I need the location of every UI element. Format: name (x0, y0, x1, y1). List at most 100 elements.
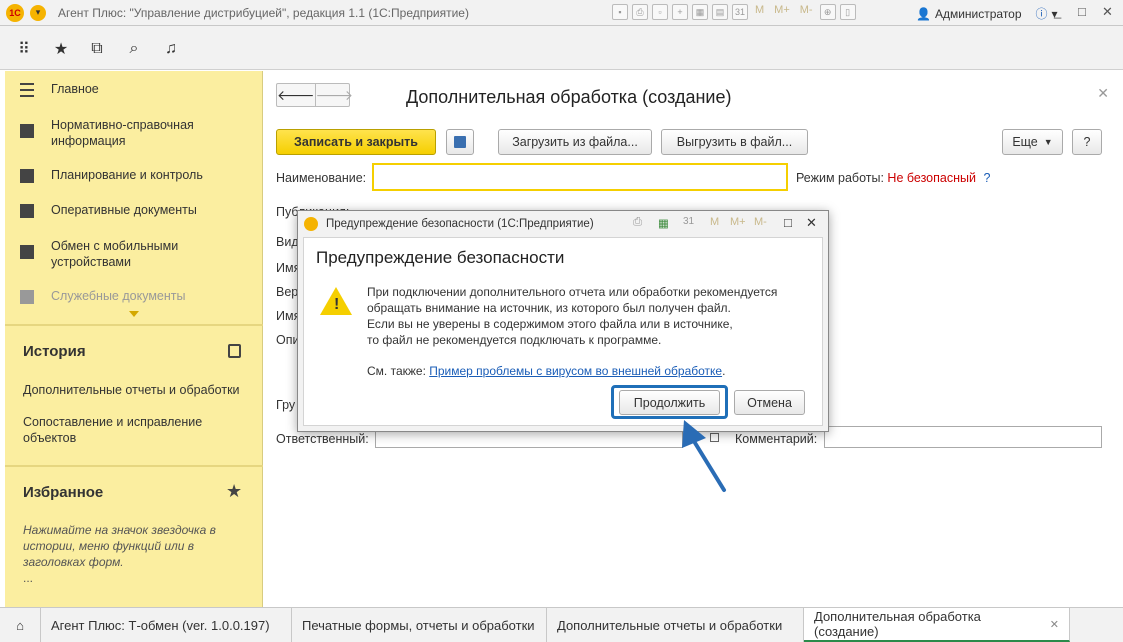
calculator-icon[interactable]: ▤ (712, 4, 728, 20)
more-label: Еще (1012, 135, 1038, 149)
memory-m[interactable]: M (755, 4, 764, 20)
history-link[interactable]: Сопоставление и исправление объектов (23, 414, 248, 446)
bell-icon[interactable]: ♫ (162, 40, 180, 58)
window-title: Агент Плюс: "Управление дистрибуцией", р… (58, 5, 469, 20)
dialog-titlebar: Предупреждение безопасности (1С:Предприя… (298, 211, 828, 237)
memory-m-plus[interactable]: M+ (774, 4, 790, 20)
dialog-body: Предупреждение безопасности ! При подклю… (303, 237, 823, 426)
service-docs-icon (20, 290, 34, 304)
sidebar-item-main[interactable]: Главное (5, 82, 263, 97)
unload-to-file-button[interactable]: Выгрузить в файл... (661, 129, 808, 155)
memory-m-minus[interactable]: M- (800, 4, 813, 20)
window-tab[interactable]: Печатные формы, отчеты и обработки (292, 608, 547, 642)
memory-m-minus[interactable]: M- (754, 216, 767, 228)
sidebar-item-operations[interactable]: Оперативные документы (5, 203, 263, 218)
kind-label: Вид (276, 235, 299, 249)
sidebar-item-label: Обмен с мобильными устройствами (51, 239, 179, 269)
comment-field[interactable] (824, 426, 1102, 448)
close-form-icon[interactable]: ✕ (1097, 85, 1109, 102)
memory-m-plus[interactable]: M+ (730, 216, 746, 228)
sidebar-item-catalog[interactable]: Нормативно-справочная информация (5, 117, 263, 149)
forward-button[interactable]: 🡒 (314, 84, 353, 106)
sidebar-divider (5, 465, 263, 467)
calendar-icon[interactable]: 31 (683, 216, 694, 227)
table-icon[interactable]: ▦ (658, 216, 669, 230)
message-line: При подключении дополнительного отчета и… (367, 285, 778, 299)
scroll-down-icon[interactable] (129, 311, 139, 317)
virus-example-link[interactable]: Пример проблемы с вирусом во внешней обр… (429, 364, 722, 378)
history-icon[interactable] (228, 344, 241, 358)
see-also-label: См. также: (367, 364, 426, 378)
apps-grid-icon[interactable]: ⠿ (15, 40, 33, 58)
description-label: Опи (276, 333, 300, 347)
app-toolbar: ⠿ ★ ⧉ ⌕ ♫ (0, 26, 1123, 70)
sidebar-item-label: Главное (51, 82, 99, 96)
cancel-button[interactable]: Отмена (734, 390, 805, 415)
main-menu-button[interactable]: ▾ (30, 4, 46, 21)
sidebar-divider (5, 324, 263, 326)
dialog-window-title: Предупреждение безопасности (1С:Предприя… (326, 218, 594, 230)
name-field[interactable] (372, 163, 788, 191)
history-icon[interactable]: ⧉ (88, 40, 106, 58)
add-doc-icon[interactable]: + (672, 4, 688, 20)
close-window-button[interactable]: ✕ (1102, 4, 1113, 20)
print-icon[interactable]: ⎙ (632, 4, 648, 20)
see-also: См. также: Пример проблемы с вирусом во … (367, 364, 725, 378)
close-icon[interactable]: ✕ (806, 215, 817, 231)
maximize-button[interactable]: □ (1078, 4, 1086, 19)
window-tab-active[interactable]: Дополнительная обработка (создание) ✕ (804, 608, 1070, 642)
star-icon[interactable]: ★ (226, 481, 242, 502)
sidebar-item-service[interactable]: Служебные документы (5, 289, 263, 304)
chevron-down-icon: ▼ (1043, 137, 1053, 147)
window-tab[interactable]: Агент Плюс: Т-обмен (ver. 1.0.0.197) (41, 608, 292, 642)
sidebar-item-label: Нормативно-справочная информация (51, 118, 194, 148)
maximize-icon[interactable]: □ (784, 215, 792, 230)
memory-m[interactable]: M (710, 216, 719, 228)
window-tab[interactable]: Дополнительные отчеты и обработки (547, 608, 804, 642)
titlebar-tools: ▪ ⎙ ▫ + ▦ ▤ 31 M M+ M- ⊕ ▯ (612, 4, 856, 20)
home-tab[interactable]: ⌂ (0, 608, 41, 642)
back-button[interactable]: 🡐 (277, 84, 315, 106)
favorites-ellipsis: ... (23, 571, 34, 585)
search-icon[interactable]: ⌕ (125, 40, 143, 58)
save-button[interactable] (446, 129, 474, 155)
form-title: Дополнительная обработка (создание) (406, 87, 732, 107)
more-button[interactable]: Еще ▼ (1002, 129, 1063, 155)
save-icon[interactable]: ▪ (612, 4, 628, 20)
history-link[interactable]: Дополнительные отчеты и обработки (23, 382, 248, 398)
link-period: . (722, 364, 726, 378)
tab-label: Дополнительная обработка (создание) (814, 609, 981, 639)
message-line: Если вы не уверены в содержимом этого фа… (367, 317, 733, 331)
panel-icon[interactable]: ▯ (839, 4, 856, 20)
minimize-button[interactable]: _ (1054, 4, 1061, 19)
sidebar-item-mobile[interactable]: Обмен с мобильными устройствами (5, 238, 263, 270)
calendar-icon[interactable]: 31 (732, 4, 748, 20)
star-icon[interactable]: ★ (52, 40, 70, 58)
close-tab-icon[interactable]: ✕ (1050, 618, 1059, 631)
dialog-message: При подключении дополнительного отчета и… (367, 284, 817, 348)
print-icon[interactable]: ⎙ (633, 216, 642, 229)
nav-buttons: 🡐 🡒 (276, 83, 353, 107)
pointer-arrow-icon (682, 420, 726, 492)
history-title: История (23, 343, 86, 360)
user-icon: 👤 (916, 6, 931, 21)
security-warning-dialog: Предупреждение безопасности (1С:Предприя… (297, 210, 829, 432)
table-icon[interactable]: ▦ (692, 4, 708, 20)
comment-label: Комментарий: (735, 432, 818, 446)
app-titlebar: 1С ▾ Агент Плюс: "Управление дистрибуцие… (0, 0, 1123, 26)
mode-help[interactable]: ? (983, 171, 990, 185)
sidebar-item-label: Оперативные документы (51, 203, 197, 217)
user-menu[interactable]: 👤 Администратор ⓘ ▾ (916, 5, 1058, 22)
save-and-close-button[interactable]: Записать и закрыть (276, 129, 436, 155)
open-windows-bar: ⌂ Агент Плюс: Т-обмен (ver. 1.0.0.197) П… (0, 607, 1123, 642)
sidebar-item-planning[interactable]: Планирование и контроль (5, 168, 263, 183)
load-from-file-button[interactable]: Загрузить из файла... (498, 129, 652, 155)
info-icon[interactable]: ⓘ (1036, 5, 1048, 22)
version-label: Вер (276, 285, 299, 299)
help-button[interactable]: ? (1072, 129, 1102, 155)
group-label: Гру (276, 398, 296, 412)
mode-label: Режим работы: Не безопасный ? (796, 171, 991, 185)
zoom-icon[interactable]: ⊕ (819, 4, 836, 20)
user-name: Администратор (934, 6, 1022, 21)
preview-icon[interactable]: ▫ (652, 4, 668, 20)
